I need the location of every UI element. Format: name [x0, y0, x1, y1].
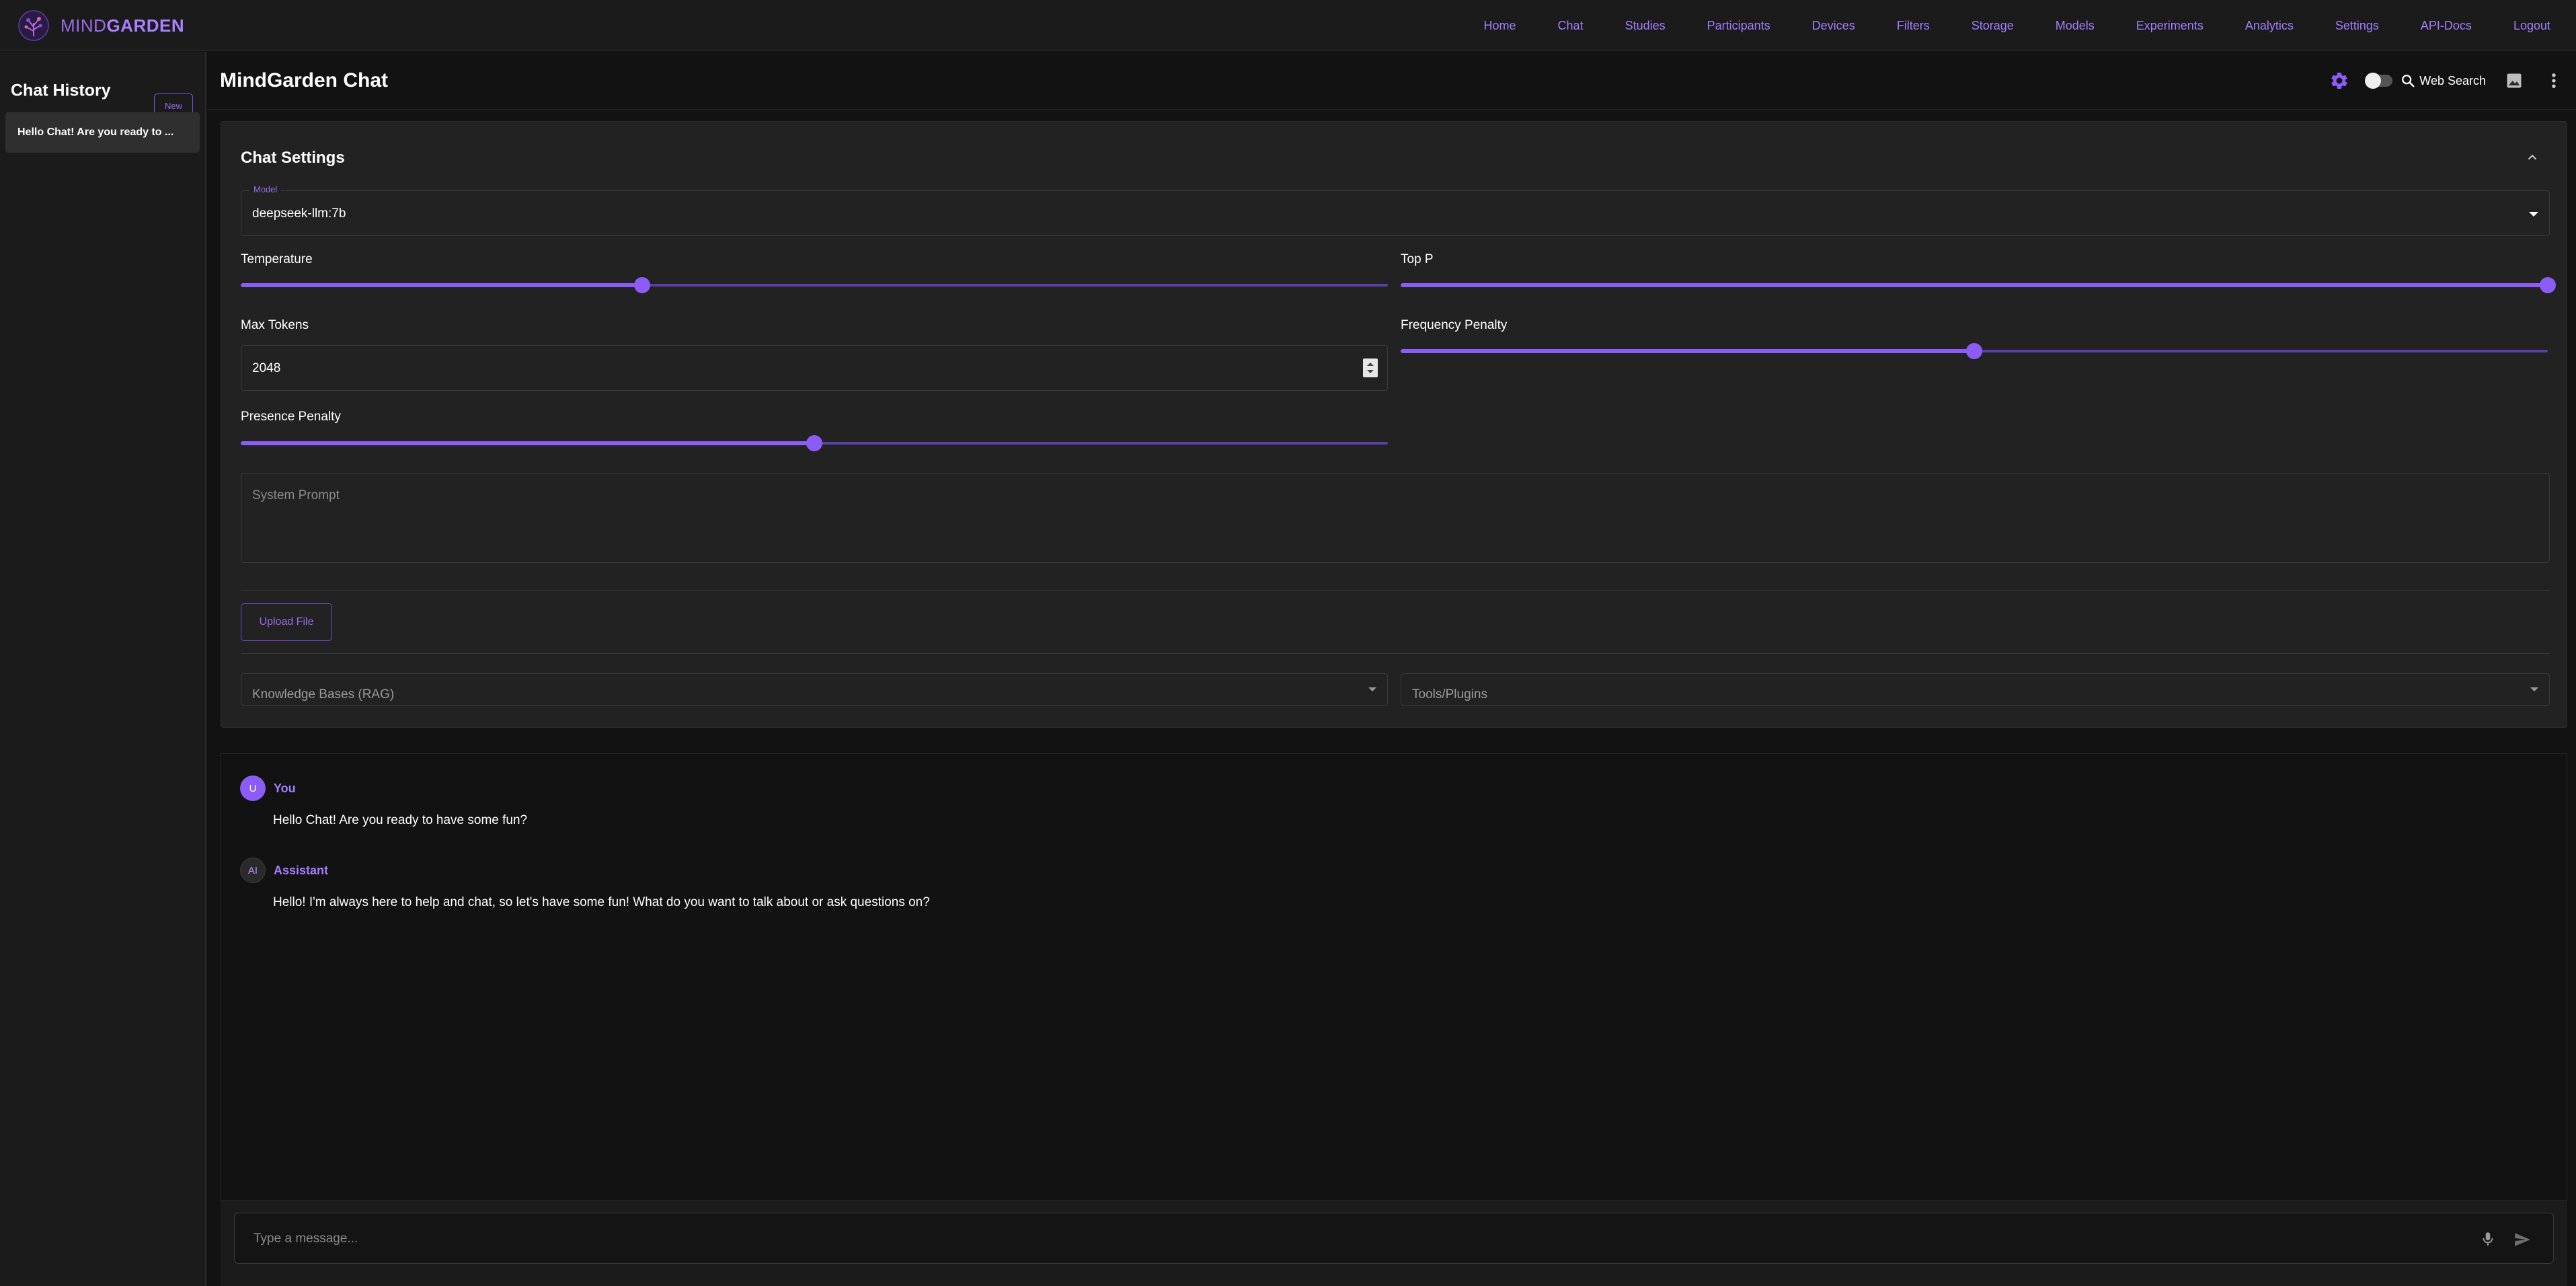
- brand[interactable]: MINDGARDEN: [17, 9, 184, 42]
- temperature-slider[interactable]: [241, 277, 1388, 293]
- message-author: You: [274, 781, 296, 795]
- message-input-placeholder: Type a message...: [253, 1232, 358, 1246]
- brand-name-part2: GARDEN: [106, 15, 185, 36]
- frequency-penalty-slider[interactable]: [1401, 343, 2548, 359]
- sidebar-title: Chat History: [11, 81, 111, 100]
- tools-plugins-select[interactable]: Tools/Plugins: [1401, 673, 2550, 706]
- nav-links: Home Chat Studies Participants Devices F…: [1442, 0, 2550, 51]
- message-text: Hello Chat! Are you ready to have some f…: [273, 813, 528, 827]
- max-tokens-input[interactable]: 2048: [241, 345, 1388, 391]
- brand-name-part1: MIND: [61, 15, 107, 36]
- message-author: Assistant: [274, 863, 329, 877]
- nav-devices[interactable]: Devices: [1812, 19, 1855, 33]
- image-icon[interactable]: [2505, 71, 2524, 90]
- nav-chat[interactable]: Chat: [1558, 19, 1584, 33]
- message-header-assistant: AI Assistant: [240, 858, 328, 883]
- web-search-toggle[interactable]: [2365, 73, 2393, 89]
- top-p-slider-thumb[interactable]: [2540, 277, 2556, 293]
- nav-api-docs[interactable]: API-Docs: [2421, 19, 2472, 33]
- page-title: MindGarden Chat: [220, 69, 389, 91]
- nav-home[interactable]: Home: [1484, 19, 1516, 33]
- mic-icon[interactable]: [2479, 1230, 2497, 1248]
- message-header-user: U You: [240, 776, 296, 801]
- chevron-down-icon: [1368, 687, 1376, 691]
- top-nav: MINDGARDEN Home Chat Studies Participant…: [0, 0, 2576, 51]
- top-p-slider[interactable]: [1401, 277, 2556, 293]
- chat-history-sidebar: Chat History New Hello Chat! Are you rea…: [0, 52, 206, 1286]
- chat-messages: U You Hello Chat! Are you ready to have …: [221, 753, 2567, 1200]
- knowledge-bases-select[interactable]: Knowledge Bases (RAG): [241, 673, 1388, 706]
- brand-name: MINDGARDEN: [61, 15, 184, 36]
- more-vert-icon[interactable]: [2550, 71, 2557, 90]
- message-input[interactable]: Type a message...: [234, 1213, 2554, 1264]
- search-icon: [2402, 75, 2415, 87]
- tools-plugins-placeholder: Tools/Plugins: [1412, 687, 1487, 702]
- nav-models[interactable]: Models: [2056, 19, 2095, 33]
- nav-experiments[interactable]: Experiments: [2136, 19, 2203, 33]
- temperature-slider-thumb[interactable]: [634, 277, 651, 293]
- temperature-label: Temperature: [241, 252, 313, 266]
- gear-icon[interactable]: [2329, 71, 2349, 91]
- message-text: Hello! I'm always here to help and chat,…: [273, 895, 930, 909]
- avatar: U: [240, 776, 266, 801]
- sidebar-header: Chat History New: [11, 72, 195, 118]
- chevron-down-icon: [2530, 687, 2538, 691]
- presence-penalty-slider-thumb[interactable]: [806, 435, 822, 451]
- nav-logout[interactable]: Logout: [2513, 19, 2550, 33]
- nav-filters[interactable]: Filters: [1897, 19, 1930, 33]
- max-tokens-value: 2048: [252, 361, 281, 375]
- system-prompt-field[interactable]: System Prompt: [241, 473, 2550, 563]
- chat-settings-panel: Chat Settings Model deepseek-llm:7b Temp…: [221, 121, 2567, 728]
- upload-file-button[interactable]: Upload File: [241, 603, 332, 641]
- settings-title: Chat Settings: [241, 149, 345, 167]
- nav-storage[interactable]: Storage: [1972, 19, 2014, 33]
- model-value: deepseek-llm:7b: [252, 206, 346, 221]
- nav-studies[interactable]: Studies: [1625, 19, 1666, 33]
- model-select[interactable]: Model deepseek-llm:7b: [241, 184, 2550, 236]
- frequency-penalty-label: Frequency Penalty: [1401, 318, 1508, 332]
- divider: [241, 590, 2550, 591]
- frequency-penalty-slider-thumb[interactable]: [1966, 343, 1982, 359]
- chat-header: MindGarden Chat Web Search: [207, 52, 2576, 110]
- knowledge-bases-placeholder: Knowledge Bases (RAG): [252, 687, 395, 702]
- max-tokens-label: Max Tokens: [241, 318, 309, 332]
- chevron-up-icon[interactable]: [2525, 150, 2540, 165]
- max-tokens-stepper[interactable]: [1363, 358, 1378, 377]
- header-tools: Web Search: [2329, 52, 2563, 110]
- chevron-down-icon: [2529, 212, 2538, 217]
- logo-icon: [18, 10, 49, 41]
- model-label: Model: [249, 184, 282, 194]
- chat-history-item[interactable]: Hello Chat! Are you ready to ...: [5, 112, 200, 153]
- nav-participants[interactable]: Participants: [1707, 19, 1770, 33]
- top-p-label: Top P: [1401, 252, 1434, 266]
- nav-settings[interactable]: Settings: [2335, 19, 2379, 33]
- message-input-area: Type a message...: [221, 1200, 2567, 1286]
- nav-analytics[interactable]: Analytics: [2245, 19, 2294, 33]
- presence-penalty-slider[interactable]: [241, 435, 1388, 451]
- avatar: AI: [240, 858, 266, 883]
- presence-penalty-label: Presence Penalty: [241, 410, 341, 424]
- divider: [241, 653, 2550, 654]
- web-search-label: Web Search: [2419, 73, 2486, 87]
- system-prompt-placeholder: System Prompt: [252, 488, 340, 502]
- send-icon[interactable]: [2513, 1231, 2532, 1248]
